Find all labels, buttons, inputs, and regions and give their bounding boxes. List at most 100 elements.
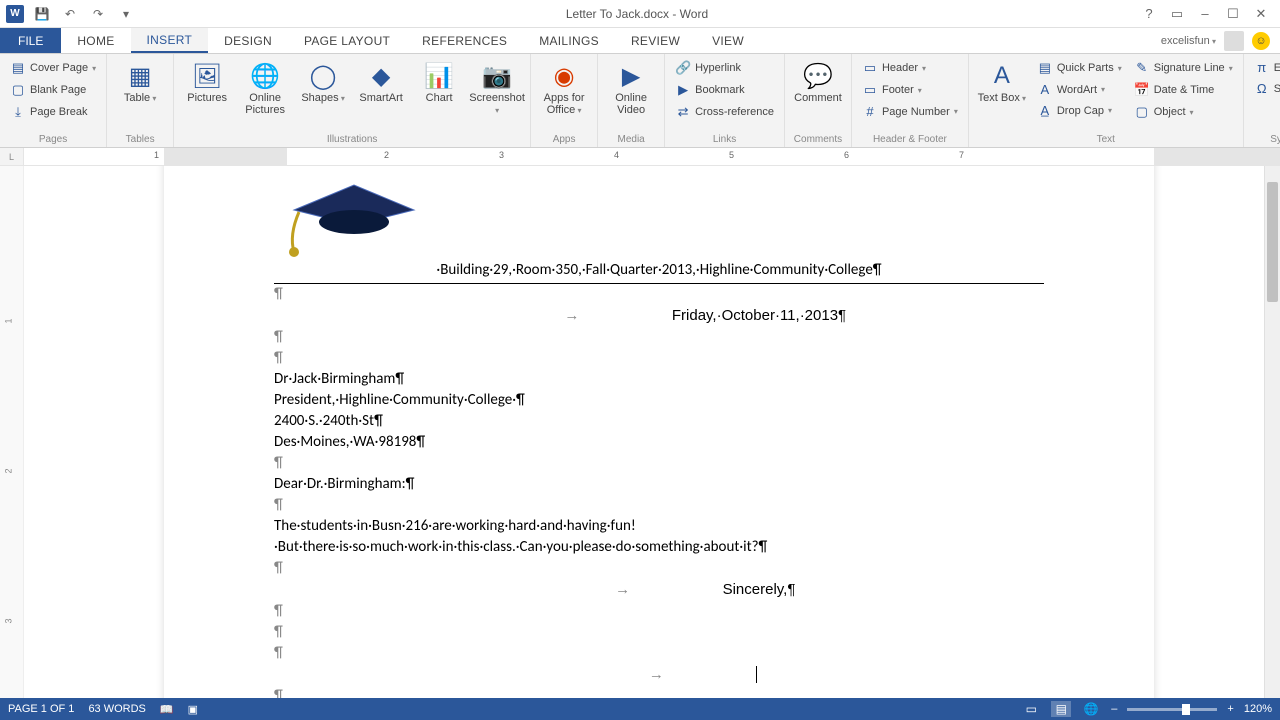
- ribbon-display-icon[interactable]: ▭: [1166, 4, 1188, 24]
- page[interactable]: ·Building·29,·Room·350,·Fall·Quarter·201…: [164, 166, 1154, 698]
- shapes-label: Shapes: [301, 92, 345, 104]
- undo-icon[interactable]: ↶: [60, 4, 80, 24]
- read-mode-icon[interactable]: ▭: [1021, 701, 1041, 717]
- print-layout-icon[interactable]: ▤: [1051, 701, 1071, 717]
- page-break-button[interactable]: ⤓Page Break: [6, 102, 100, 122]
- group-links: 🔗Hyperlink ▶Bookmark ⇄Cross-reference Li…: [665, 54, 785, 147]
- hyperlink-label: Hyperlink: [695, 62, 741, 74]
- pictures-button[interactable]: 🖼Pictures: [180, 58, 234, 104]
- group-apps: ◉Apps for Office Apps: [531, 54, 598, 147]
- tab-home[interactable]: HOME: [61, 28, 130, 53]
- comment-button[interactable]: 💬Comment: [791, 58, 845, 104]
- scrollbar-thumb[interactable]: [1267, 182, 1278, 302]
- symbol-button[interactable]: ΩSymbol: [1250, 79, 1280, 98]
- tab-file[interactable]: FILE: [0, 28, 61, 53]
- status-page[interactable]: PAGE 1 OF 1: [8, 703, 74, 715]
- signature-label: Signature Line: [1154, 62, 1225, 74]
- video-label: Online Video: [604, 92, 658, 116]
- wordart-button[interactable]: AWordArt: [1033, 80, 1126, 99]
- ruler-mark-7: 7: [959, 150, 964, 160]
- tab-review[interactable]: REVIEW: [615, 28, 696, 53]
- group-pages: ▤Cover Page ▢Blank Page ⤓Page Break Page…: [0, 54, 107, 147]
- hyperlink-button[interactable]: 🔗Hyperlink: [671, 58, 778, 78]
- pictures-icon: 🖼: [192, 60, 222, 92]
- cursor: [756, 666, 761, 683]
- doc-closing: Sincerely,¶: [723, 581, 796, 598]
- doc-body: The·students·in·Busn·216·are·working·har…: [274, 516, 1044, 558]
- user-name[interactable]: excelisfun: [1161, 35, 1216, 47]
- zoom-slider-thumb[interactable]: [1182, 704, 1190, 715]
- tab-design[interactable]: DESIGN: [208, 28, 288, 53]
- online-pictures-icon: 🌐: [250, 60, 280, 92]
- object-icon: ▢: [1134, 104, 1150, 120]
- tab-page-layout[interactable]: PAGE LAYOUT: [288, 28, 406, 53]
- equation-button[interactable]: πEquation: [1250, 58, 1280, 77]
- group-media: ▶Online Video Media: [598, 54, 665, 147]
- drop-cap-button[interactable]: A̲Drop Cap: [1033, 101, 1126, 120]
- tab-mailings[interactable]: MAILINGS: [523, 28, 615, 53]
- tab-view[interactable]: VIEW: [696, 28, 760, 53]
- group-symbols-label: Symbols: [1250, 132, 1280, 145]
- vertical-ruler[interactable]: 1 2 3: [0, 166, 24, 698]
- doc-addr-city: Des·Moines,·WA·98198¶: [274, 432, 1044, 453]
- group-text: AText Box ▤Quick Parts AWordArt A̲Drop C…: [969, 54, 1244, 147]
- redo-icon[interactable]: ↷: [88, 4, 108, 24]
- signature-line-button[interactable]: ✎Signature Line: [1130, 58, 1237, 78]
- online-pictures-button[interactable]: 🌐Online Pictures: [238, 58, 292, 116]
- macro-icon[interactable]: ▣: [188, 703, 198, 716]
- footer-icon: ▭: [862, 82, 878, 98]
- vertical-scrollbar[interactable]: [1264, 166, 1280, 698]
- horizontal-ruler[interactable]: L 1 2 3 4 5 6 7: [0, 148, 1280, 166]
- group-links-label: Links: [671, 132, 778, 145]
- textbox-button[interactable]: AText Box: [975, 58, 1029, 104]
- screenshot-button[interactable]: 📷Screenshot: [470, 58, 524, 116]
- chart-label: Chart: [426, 92, 453, 104]
- object-button[interactable]: ▢Object: [1130, 102, 1237, 122]
- zoom-in-button[interactable]: +: [1227, 703, 1233, 715]
- blank-page-button[interactable]: ▢ Blank Page: [6, 80, 100, 100]
- maximize-icon[interactable]: ☐: [1222, 4, 1244, 24]
- zoom-slider[interactable]: [1127, 708, 1217, 711]
- quick-parts-label: Quick Parts: [1057, 62, 1114, 74]
- header-button[interactable]: ▭Header: [858, 58, 962, 78]
- wordart-icon: A: [1037, 82, 1053, 97]
- quick-parts-button[interactable]: ▤Quick Parts: [1033, 58, 1126, 78]
- pagenum-icon: #: [862, 104, 878, 119]
- bookmark-icon: ▶: [675, 82, 691, 98]
- cross-reference-button[interactable]: ⇄Cross-reference: [671, 102, 778, 122]
- online-pictures-label: Online Pictures: [238, 92, 292, 116]
- user-avatar-icon[interactable]: [1224, 31, 1244, 51]
- qat-customize-icon[interactable]: ▾: [116, 4, 136, 24]
- blank-page-label: Blank Page: [30, 84, 86, 96]
- help-icon[interactable]: ?: [1138, 4, 1160, 24]
- tab-insert[interactable]: INSERT: [131, 28, 209, 53]
- zoom-level[interactable]: 120%: [1244, 703, 1272, 715]
- online-video-button[interactable]: ▶Online Video: [604, 58, 658, 116]
- feedback-smile-icon[interactable]: ☺: [1252, 32, 1270, 50]
- close-icon[interactable]: ✕: [1250, 4, 1272, 24]
- cover-page-button[interactable]: ▤Cover Page: [6, 58, 100, 78]
- tab-arrow-icon: →: [472, 305, 672, 326]
- apps-button[interactable]: ◉Apps for Office: [537, 58, 591, 116]
- status-words[interactable]: 63 WORDS: [88, 703, 145, 715]
- shapes-icon: ◯: [310, 60, 337, 92]
- bookmark-button[interactable]: ▶Bookmark: [671, 80, 778, 100]
- date-time-button[interactable]: 📅Date & Time: [1130, 80, 1237, 100]
- tab-references[interactable]: REFERENCES: [406, 28, 523, 53]
- page-number-button[interactable]: #Page Number: [858, 102, 962, 121]
- blank-page-icon: ▢: [10, 82, 26, 98]
- shapes-button[interactable]: ◯Shapes: [296, 58, 350, 104]
- zoom-out-button[interactable]: –: [1111, 703, 1117, 715]
- web-layout-icon[interactable]: 🌐: [1081, 701, 1101, 717]
- footer-button[interactable]: ▭Footer: [858, 80, 962, 100]
- chart-button[interactable]: 📊Chart: [412, 58, 466, 104]
- textbox-label: Text Box: [978, 92, 1026, 104]
- spell-check-icon[interactable]: 📖: [160, 703, 174, 716]
- table-button[interactable]: ▦Table: [113, 58, 167, 104]
- ruler-mark-2: 2: [384, 150, 389, 160]
- symbol-label: Symbol: [1274, 83, 1280, 95]
- save-icon[interactable]: 💾: [32, 4, 52, 24]
- smartart-button[interactable]: ◆SmartArt: [354, 58, 408, 104]
- graduation-cap-image[interactable]: [274, 170, 424, 260]
- minimize-icon[interactable]: –: [1194, 4, 1216, 24]
